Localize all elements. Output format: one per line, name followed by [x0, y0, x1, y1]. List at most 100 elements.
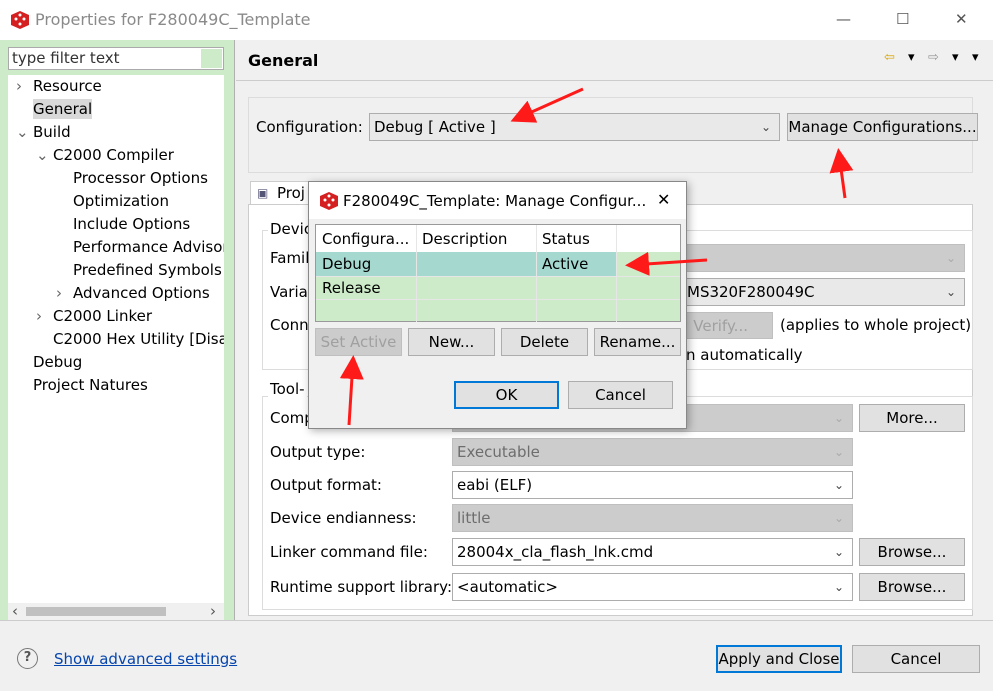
output-format-label: Output format: [270, 476, 382, 494]
page-title: General [248, 51, 319, 70]
chevron-right-icon[interactable]: › [36, 306, 42, 326]
tree-horizontal-scrollbar[interactable]: ‹ › [8, 601, 224, 621]
chevron-down-icon[interactable]: ⌄ [36, 145, 49, 165]
app-logo-icon [11, 11, 29, 29]
rename-button[interactable]: Rename... [594, 328, 681, 356]
chevron-down-icon: ⌄ [833, 511, 844, 525]
chevron-right-icon[interactable]: › [16, 76, 22, 96]
new-button[interactable]: New... [408, 328, 495, 356]
column-header: Configura... [322, 230, 410, 248]
ok-button[interactable]: OK [454, 381, 559, 409]
dialog-cancel-button[interactable]: Cancel [568, 381, 673, 409]
tree-item[interactable]: Performance Advisor [73, 237, 224, 257]
chevron-down-icon[interactable]: ⌄ [16, 122, 29, 142]
toolchain-group-label: Tool- [268, 379, 307, 399]
project-icon: ▣ [257, 186, 269, 200]
chevron-down-icon: ⌄ [833, 580, 844, 594]
scroll-left-icon[interactable]: ‹ [12, 601, 18, 621]
configuration-select[interactable]: Debug [ Active ] ⌄ [369, 113, 780, 141]
forward-arrow-icon[interactable]: ⇨ [928, 48, 939, 68]
chevron-down-icon: ⌄ [760, 120, 771, 134]
cancel-button[interactable]: Cancel [852, 645, 980, 673]
minimize-button[interactable]: — [836, 9, 851, 29]
tree-item[interactable]: Predefined Symbols [73, 260, 222, 280]
configurations-table: Configura... Description Status Debug Active… [315, 224, 681, 322]
runtime-label: Runtime support library: [270, 578, 452, 596]
table-cell: Release [322, 279, 381, 297]
family-label: Famil [270, 249, 310, 267]
window-title: Properties for F280049C_Template [35, 10, 311, 29]
scroll-thumb[interactable] [26, 607, 166, 616]
table-row[interactable] [316, 299, 680, 322]
output-type-select[interactable]: Executable ⌄ [452, 438, 853, 466]
filter-clear-area [201, 49, 222, 68]
delete-button[interactable]: Delete [501, 328, 588, 356]
output-type-label: Output type: [270, 443, 366, 461]
set-active-button[interactable]: Set Active [315, 328, 402, 356]
scroll-right-icon[interactable]: › [210, 601, 216, 621]
output-format-select[interactable]: eabi (ELF) ⌄ [452, 471, 853, 499]
linker-cmd-label: Linker command file: [270, 543, 428, 561]
applies-note: (applies to whole project) [780, 316, 972, 334]
manage-configurations-dialog: F280049C_Template: Manage Configur... ✕ … [308, 181, 687, 429]
table-cell: Debug [322, 255, 372, 273]
tree-item[interactable]: C2000 Linker [53, 306, 152, 326]
header-divider [236, 80, 993, 81]
title-bar: Properties for F280049C_Template — ☐ ✕ [0, 0, 993, 40]
view-menu-icon[interactable]: ▾ [972, 48, 979, 68]
tree-item[interactable]: Debug [33, 352, 82, 372]
nav-buttons: ⇦ ▾ ⇨ ▾ ▾ [884, 49, 984, 67]
tab-project[interactable]: ▣ Proj [250, 181, 310, 205]
tree-item[interactable]: C2000 Hex Utility [Disa [53, 329, 224, 349]
tree-item[interactable]: Project Natures [33, 375, 148, 395]
endianness-label: Device endianness: [270, 509, 417, 527]
chevron-right-icon[interactable]: › [56, 283, 62, 303]
column-divider [616, 225, 617, 322]
tree-item[interactable]: Resource [33, 76, 102, 96]
tree-item[interactable]: General [33, 99, 93, 119]
row-divider [316, 276, 680, 277]
endianness-select[interactable]: little ⌄ [452, 504, 853, 532]
configuration-label: Configuration: [256, 118, 363, 136]
dialog-title-bar: F280049C_Template: Manage Configur... ✕ [309, 182, 686, 219]
manage-configurations-button[interactable]: Manage Configurations... [787, 113, 978, 141]
tree-item[interactable]: Build [33, 122, 71, 142]
footer-divider [0, 620, 993, 621]
tree-item[interactable]: Optimization [73, 191, 169, 211]
row-divider [316, 299, 680, 300]
column-divider [536, 225, 537, 322]
chevron-down-icon: ⌄ [833, 411, 844, 425]
close-button[interactable]: ✕ [955, 9, 968, 29]
browse-runtime-button[interactable]: Browse... [859, 573, 965, 601]
tree-item[interactable]: C2000 Compiler [53, 145, 174, 165]
chevron-down-icon: ⌄ [833, 545, 844, 559]
dialog-title: F280049C_Template: Manage Configur... [343, 192, 647, 210]
tree-item[interactable]: Include Options [73, 214, 190, 234]
tree-item[interactable]: Advanced Options [73, 283, 210, 303]
browse-linker-button[interactable]: Browse... [859, 538, 965, 566]
forward-dropdown-icon[interactable]: ▾ [952, 48, 959, 68]
back-arrow-icon[interactable]: ⇦ [884, 48, 895, 68]
help-icon[interactable]: ? [17, 648, 38, 669]
table-cell: Active [542, 255, 589, 273]
column-header: Description [422, 230, 508, 248]
chevron-down-icon: ⌄ [945, 251, 956, 265]
chevron-down-icon: ⌄ [945, 285, 956, 299]
column-divider [416, 225, 417, 322]
connection-label: Conn [270, 316, 309, 334]
maximize-button[interactable]: ☐ [896, 9, 909, 29]
show-advanced-settings-link[interactable]: Show advanced settings [54, 649, 237, 669]
column-header: Status [542, 230, 590, 248]
dialog-close-button[interactable]: ✕ [657, 190, 670, 210]
verify-button[interactable]: Verify... [672, 312, 773, 339]
sidebar: type filter text › Resource General ⌄ Build ⌄… [0, 40, 235, 620]
tree-item[interactable]: Processor Options [73, 168, 208, 188]
more-button[interactable]: More... [859, 404, 965, 432]
linker-cmd-select[interactable]: 28004x_cla_flash_lnk.cmd ⌄ [452, 538, 853, 566]
filter-input[interactable]: type filter text [8, 47, 224, 70]
apply-and-close-button[interactable]: Apply and Close [716, 645, 842, 673]
tree: › Resource General ⌄ Build ⌄ C2000 Compiler Pro… [8, 75, 224, 603]
runtime-select[interactable]: <automatic> ⌄ [452, 573, 853, 601]
back-dropdown-icon[interactable]: ▾ [908, 48, 915, 68]
auto-checkbox-label[interactable]: n automatically [686, 345, 803, 365]
